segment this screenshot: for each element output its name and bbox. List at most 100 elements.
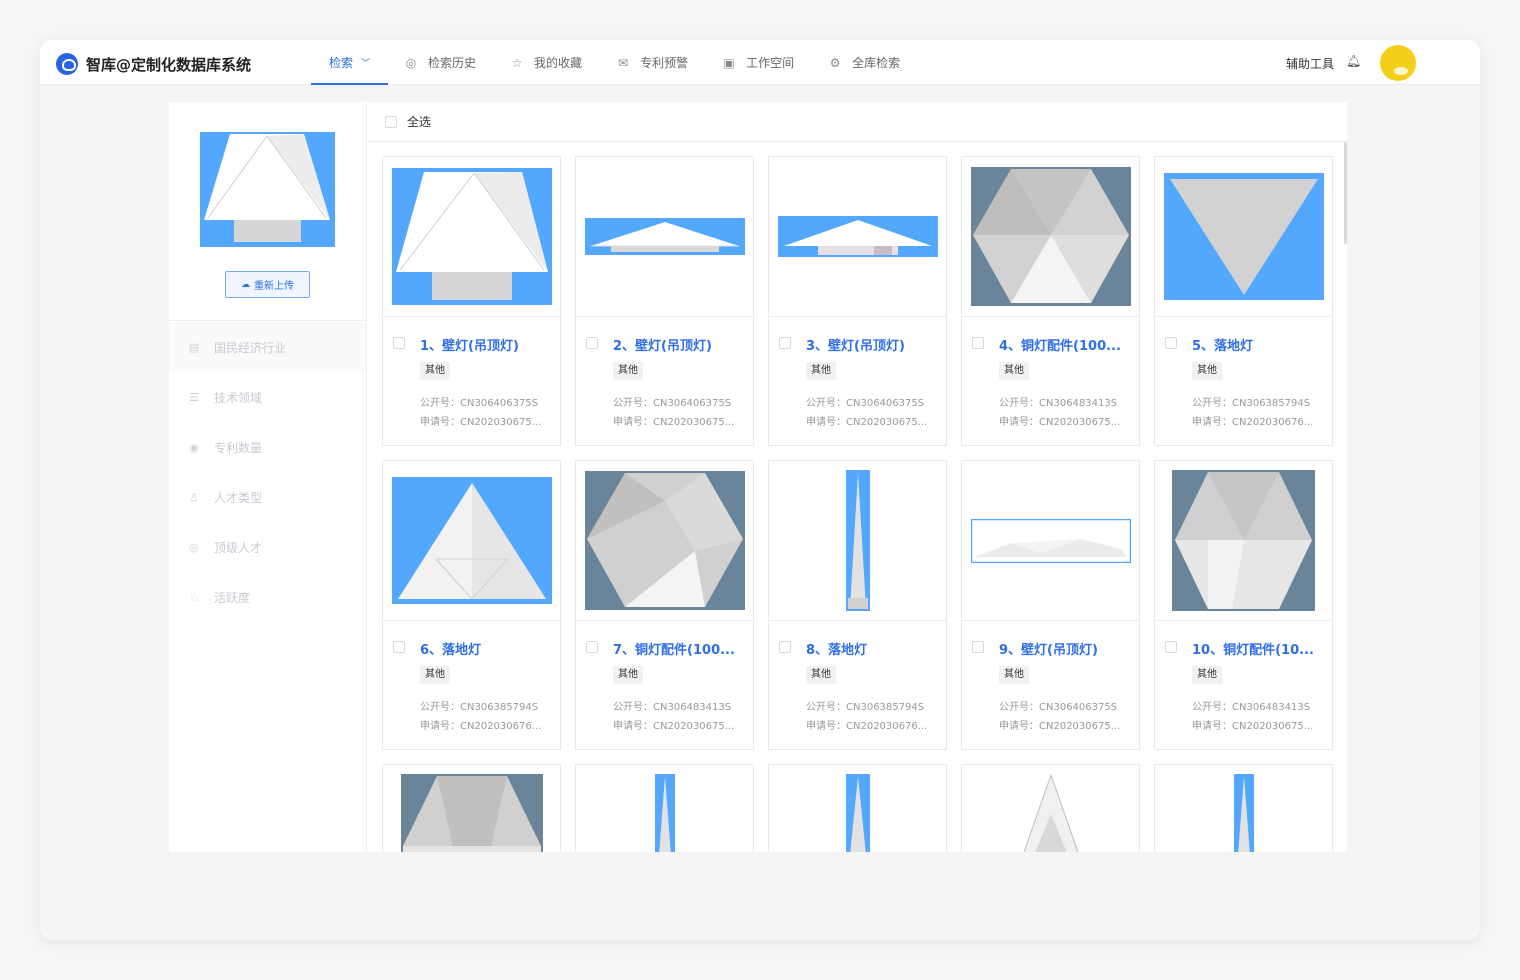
reupload-button[interactable]: ☁ 重新上传: [225, 271, 310, 298]
card-title[interactable]: 2、壁灯(吊顶灯): [613, 335, 747, 354]
publication-number: 公开号：CN306406375S: [613, 398, 732, 409]
publication-number: 公开号：CN306483413S: [613, 702, 732, 713]
result-thumbnail[interactable]: [1155, 157, 1332, 317]
logo-icon: [56, 53, 78, 75]
card-title[interactable]: 4、铜灯配件(100...: [999, 335, 1133, 354]
result-card[interactable]: [382, 764, 561, 852]
result-thumbnail[interactable]: [383, 765, 560, 852]
result-thumbnail[interactable]: [576, 157, 753, 317]
bell-icon[interactable]: 🔔︎: [1346, 54, 1361, 68]
result-thumbnail[interactable]: [769, 157, 946, 317]
card-title[interactable]: 10、铜灯配件(10...: [1192, 639, 1326, 658]
nav-label: 工作空间: [746, 56, 795, 70]
app-window: 智库@定制化数据库系统 检索 ﹀ ◎ 检索历史 ☆ 我的收藏 ✉ 专利预警 ▣ …: [40, 40, 1480, 940]
card-checkbox[interactable]: [1165, 337, 1177, 349]
location-icon: ◉: [189, 440, 199, 454]
card-title[interactable]: 5、落地灯: [1192, 335, 1326, 354]
filter-patent-count[interactable]: ◉ 专利数量: [169, 422, 366, 472]
filter-label: 国民经济行业: [214, 340, 287, 355]
card-title[interactable]: 1、壁灯(吊顶灯): [420, 335, 554, 354]
select-all-label[interactable]: 全选: [407, 113, 431, 130]
result-card[interactable]: 2、壁灯(吊顶灯) 其他 公开号：CN306406375S 申请号：CN2020…: [575, 156, 754, 446]
nav-label: 专利预警: [640, 56, 689, 70]
result-thumbnail[interactable]: [1155, 461, 1332, 621]
result-thumbnail[interactable]: [383, 157, 560, 317]
top-header: 智库@定制化数据库系统 检索 ﹀ ◎ 检索历史 ☆ 我的收藏 ✉ 专利预警 ▣ …: [40, 40, 1480, 85]
nav-full-search[interactable]: ⚙ 全库检索: [828, 40, 900, 85]
aux-tools-link[interactable]: 辅助工具: [1286, 55, 1334, 72]
publication-number: 公开号：CN306483413S: [999, 398, 1118, 409]
filter-tech-field[interactable]: ☰ 技术领域: [169, 372, 366, 422]
card-checkbox[interactable]: [586, 641, 598, 653]
result-thumbnail[interactable]: [576, 765, 753, 852]
people-icon: ♙: [189, 490, 199, 504]
result-card[interactable]: 3、壁灯(吊顶灯) 其他 公开号：CN306406375S 申请号：CN2020…: [768, 156, 947, 446]
result-card[interactable]: [1154, 764, 1333, 852]
filter-talent-type[interactable]: ♙ 人才类型: [169, 472, 366, 522]
card-checkbox[interactable]: [393, 337, 405, 349]
reupload-label: 重新上传: [254, 281, 294, 292]
result-card[interactable]: 6、落地灯 其他 公开号：CN306385794S 申请号：CN20203067…: [382, 460, 561, 750]
category-tag: 其他: [806, 362, 836, 380]
list-icon: ☰: [189, 390, 199, 404]
publication-number: 公开号：CN306385794S: [806, 702, 925, 713]
result-card[interactable]: 10、铜灯配件(10... 其他 公开号：CN306483413S 申请号：CN…: [1154, 460, 1333, 750]
nav-workspace[interactable]: ▣ 工作空间: [722, 40, 794, 85]
result-thumbnail[interactable]: [1155, 765, 1332, 852]
nav-search-history[interactable]: ◎ 检索历史: [404, 40, 476, 85]
result-thumbnail[interactable]: [962, 461, 1139, 621]
activity-icon: ♘: [189, 590, 199, 604]
application-number: 申请号：CN202030675...: [420, 417, 542, 428]
select-all-checkbox[interactable]: [385, 115, 397, 128]
mail-alert-icon: ✉: [618, 55, 629, 70]
result-card[interactable]: 7、铜灯配件(100... 其他 公开号：CN306483413S 申请号：CN…: [575, 460, 754, 750]
avatar[interactable]: [1380, 45, 1416, 81]
application-number: 申请号：CN202030675...: [613, 721, 735, 732]
scrollbar-thumb[interactable]: [1344, 142, 1347, 244]
result-card[interactable]: 4、铜灯配件(100... 其他 公开号：CN306483413S 申请号：CN…: [961, 156, 1140, 446]
card-checkbox[interactable]: [972, 337, 984, 349]
application-number: 申请号：CN202030676...: [806, 721, 928, 732]
result-thumbnail[interactable]: [769, 461, 946, 621]
category-tag: 其他: [420, 362, 450, 380]
card-title[interactable]: 9、壁灯(吊顶灯): [999, 639, 1133, 658]
result-card[interactable]: 8、落地灯 其他 公开号：CN306385794S 申请号：CN20203067…: [768, 460, 947, 750]
result-card[interactable]: [768, 764, 947, 852]
divider: [169, 320, 366, 321]
nav-favorites[interactable]: ☆ 我的收藏: [510, 40, 582, 85]
result-card[interactable]: 5、落地灯 其他 公开号：CN306385794S 申请号：CN20203067…: [1154, 156, 1333, 446]
card-checkbox[interactable]: [779, 337, 791, 349]
card-title[interactable]: 8、落地灯: [806, 639, 940, 658]
result-card[interactable]: [961, 764, 1140, 852]
result-card[interactable]: 9、壁灯(吊顶灯) 其他 公开号：CN306406375S 申请号：CN2020…: [961, 460, 1140, 750]
card-title[interactable]: 7、铜灯配件(100...: [613, 639, 747, 658]
result-card[interactable]: [575, 764, 754, 852]
history-search-icon: ◎: [405, 55, 417, 70]
filter-top-talent[interactable]: ◎ 顶级人才: [169, 522, 366, 572]
result-card[interactable]: 1、壁灯(吊顶灯) 其他 公开号：CN306406375S 申请号：CN2020…: [382, 156, 561, 446]
card-checkbox[interactable]: [972, 641, 984, 653]
nav-search[interactable]: 检索 ﹀: [311, 40, 389, 85]
result-thumbnail[interactable]: [962, 765, 1139, 852]
result-thumbnail[interactable]: [576, 461, 753, 621]
card-checkbox[interactable]: [586, 337, 598, 349]
filter-industry[interactable]: ▤ 国民经济行业: [169, 322, 366, 372]
publication-number: 公开号：CN306406375S: [999, 702, 1118, 713]
result-thumbnail[interactable]: [769, 765, 946, 852]
filter-label: 人才类型: [214, 490, 263, 505]
application-number: 申请号：CN202030675...: [999, 417, 1121, 428]
category-tag: 其他: [420, 666, 450, 684]
nav-patent-alert[interactable]: ✉ 专利预警: [616, 40, 688, 85]
category-tag: 其他: [999, 362, 1029, 380]
filter-menu: ▤ 国民经济行业 ☰ 技术领域 ◉ 专利数量 ♙ 人才类型 ◎ 顶级人才 ♘ 活…: [169, 322, 366, 622]
card-title[interactable]: 6、落地灯: [420, 639, 554, 658]
card-checkbox[interactable]: [779, 641, 791, 653]
result-thumbnail[interactable]: [962, 157, 1139, 317]
result-thumbnail[interactable]: [383, 461, 560, 621]
user-circle-icon: ◎: [189, 540, 199, 554]
filter-activity[interactable]: ♘ 活跃度: [169, 572, 366, 622]
card-title[interactable]: 3、壁灯(吊顶灯): [806, 335, 940, 354]
card-checkbox[interactable]: [1165, 641, 1177, 653]
card-checkbox[interactable]: [393, 641, 405, 653]
star-icon: ☆: [511, 55, 523, 70]
